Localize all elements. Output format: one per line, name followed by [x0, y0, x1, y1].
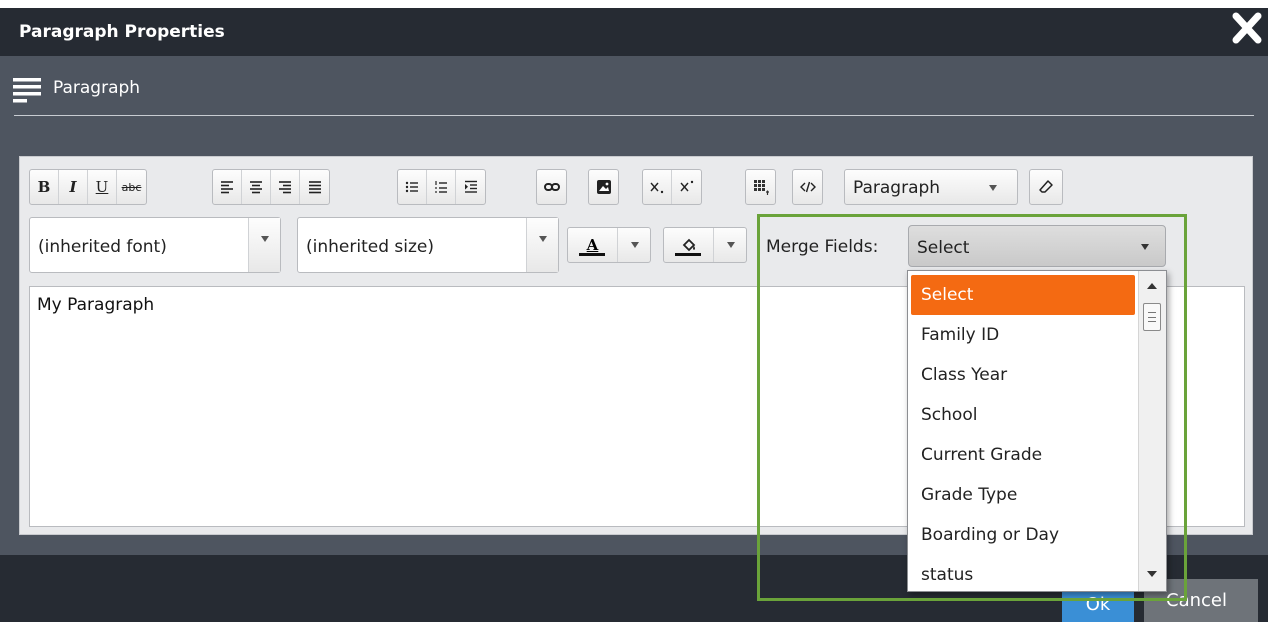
- dropdown-scrollbar[interactable]: [1138, 271, 1166, 591]
- section-divider: [14, 115, 1254, 116]
- merge-option-current-grade[interactable]: Current Grade: [911, 435, 1135, 475]
- code-icon: [799, 181, 816, 193]
- align-right-icon: [279, 181, 291, 194]
- merge-fields-label: Merge Fields:: [766, 237, 879, 257]
- superscript-button[interactable]: [672, 170, 701, 204]
- paragraph-format-value: Paragraph: [853, 178, 941, 198]
- text-style-group: B I U abc: [29, 169, 147, 205]
- chevron-down-icon[interactable]: [631, 242, 639, 248]
- source-code-button[interactable]: [793, 170, 822, 204]
- paint-bucket-icon: [682, 238, 695, 252]
- hamburger-icon: [13, 78, 41, 103]
- scrollbar-thumb[interactable]: [1143, 303, 1161, 331]
- numbered-list-icon: [435, 181, 447, 193]
- alignment-group: [212, 169, 330, 205]
- scroll-up-icon[interactable]: [1147, 283, 1157, 289]
- align-left-icon: [221, 181, 233, 194]
- merge-fields-select[interactable]: Select: [908, 225, 1166, 267]
- dialog-titlebar: Paragraph Properties: [0, 8, 1268, 56]
- eraser-icon: [1039, 180, 1053, 193]
- script-group: [642, 169, 702, 205]
- font-size-select[interactable]: (inherited size): [297, 217, 559, 273]
- section-label: Paragraph: [53, 78, 141, 98]
- merge-fields-dropdown-list: Select Family ID Class Year School Curre…: [907, 270, 1167, 592]
- merge-option-status[interactable]: status: [911, 555, 1135, 591]
- bold-button[interactable]: B: [30, 170, 59, 204]
- bullet-list-button[interactable]: [398, 170, 427, 204]
- align-justify-icon: [308, 181, 321, 194]
- indent-button[interactable]: [456, 170, 485, 204]
- image-button[interactable]: [589, 170, 618, 204]
- font-family-select[interactable]: (inherited font): [29, 217, 281, 273]
- chevron-down-icon: [989, 185, 997, 191]
- link-icon: [543, 183, 560, 191]
- merge-fields-value: Select: [917, 238, 970, 258]
- link-group: [536, 169, 567, 205]
- font-size-value: (inherited size): [306, 237, 434, 257]
- font-family-dropdown-button[interactable]: [248, 218, 280, 272]
- merge-option-school[interactable]: School: [911, 395, 1135, 435]
- grip-icon: [1148, 312, 1156, 322]
- list-group: [397, 169, 486, 205]
- insert-table-button[interactable]: [746, 170, 775, 204]
- superscript-icon: [679, 180, 693, 192]
- text-color-label: A: [586, 236, 599, 254]
- merge-option-class-year[interactable]: Class Year: [911, 355, 1135, 395]
- image-icon: [596, 180, 611, 194]
- underline-button[interactable]: U: [88, 170, 117, 204]
- paragraph-format-select[interactable]: Paragraph: [844, 169, 1018, 205]
- text-color-swatch: [579, 253, 605, 256]
- align-justify-button[interactable]: [300, 170, 329, 204]
- text-color-button[interactable]: A: [567, 227, 651, 263]
- chevron-down-icon: [539, 236, 547, 242]
- editor-text: My Paragraph: [37, 295, 155, 315]
- chevron-down-icon: [261, 236, 269, 242]
- link-button[interactable]: [537, 170, 566, 204]
- dialog-title: Paragraph Properties: [19, 22, 225, 42]
- align-center-button[interactable]: [242, 170, 271, 204]
- merge-option-grade-type[interactable]: Grade Type: [911, 475, 1135, 515]
- font-size-dropdown-button[interactable]: [526, 218, 558, 272]
- table-grid-icon: [753, 180, 769, 195]
- merge-option-boarding-or-day[interactable]: Boarding or Day: [911, 515, 1135, 555]
- code-group: [792, 169, 823, 205]
- background-color-apply[interactable]: [664, 228, 714, 262]
- font-family-value: (inherited font): [38, 237, 167, 257]
- align-left-button[interactable]: [213, 170, 242, 204]
- align-center-icon: [250, 181, 262, 194]
- numbered-list-button[interactable]: [427, 170, 456, 204]
- clear-format-group: [1029, 169, 1063, 205]
- text-color-apply[interactable]: A: [568, 228, 618, 262]
- table-group: [745, 169, 776, 205]
- close-icon[interactable]: [1232, 10, 1262, 46]
- strikethrough-button[interactable]: abc: [117, 170, 146, 204]
- scroll-down-icon[interactable]: [1147, 571, 1157, 577]
- italic-button[interactable]: I: [59, 170, 88, 204]
- image-group: [588, 169, 619, 205]
- indent-icon: [464, 180, 477, 193]
- chevron-down-icon: [1141, 244, 1149, 250]
- bullet-list-icon: [405, 181, 418, 193]
- subscript-button[interactable]: [643, 170, 672, 204]
- ok-button[interactable]: Ok: [1062, 587, 1134, 622]
- background-color-button[interactable]: [663, 227, 747, 263]
- chevron-down-icon[interactable]: [727, 242, 735, 248]
- eraser-button[interactable]: [1030, 170, 1062, 204]
- merge-option-family-id[interactable]: Family ID: [911, 315, 1135, 355]
- merge-option-select[interactable]: Select: [911, 275, 1135, 315]
- subscript-icon: [650, 182, 664, 194]
- align-right-button[interactable]: [271, 170, 300, 204]
- background-color-swatch: [675, 253, 701, 256]
